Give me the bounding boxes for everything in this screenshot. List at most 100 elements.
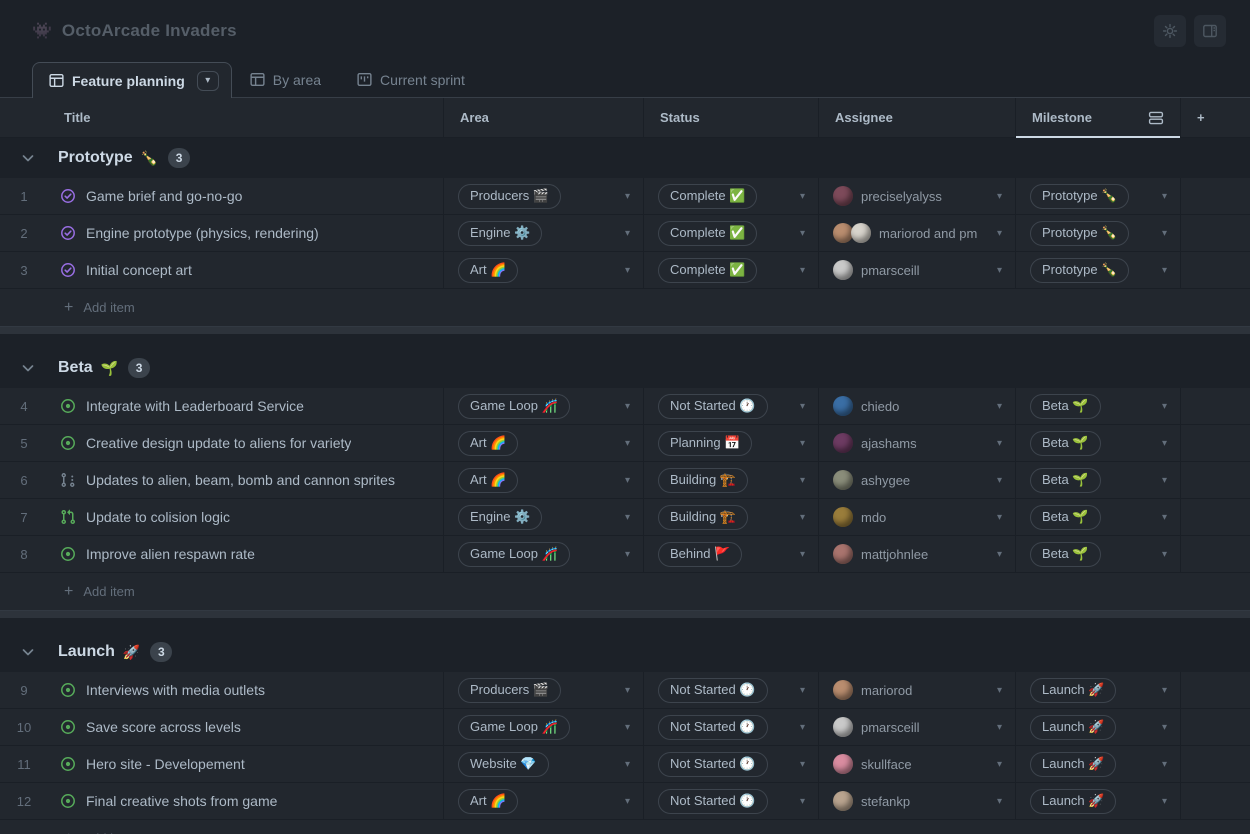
assignee-cell[interactable]: chiedo▾ bbox=[818, 388, 1015, 424]
status-cell[interactable]: Complete ✅▾ bbox=[643, 215, 818, 251]
dropdown-caret-icon[interactable]: ▾ bbox=[1162, 475, 1167, 486]
dropdown-caret-icon[interactable]: ▾ bbox=[625, 438, 630, 449]
dropdown-caret-icon[interactable]: ▾ bbox=[800, 685, 805, 696]
tab-feature-planning[interactable]: Feature planning ▾ bbox=[32, 62, 232, 98]
assignee-cell[interactable]: pmarsceill▾ bbox=[818, 709, 1015, 745]
dropdown-caret-icon[interactable]: ▾ bbox=[625, 228, 630, 239]
milestone-pill[interactable]: Launch 🚀 bbox=[1030, 752, 1116, 777]
table-row[interactable]: 9Interviews with media outletsProducers … bbox=[0, 672, 1250, 709]
item-title[interactable]: Engine prototype (physics, rendering) bbox=[86, 225, 319, 241]
status-cell[interactable]: Not Started 🕐 ▾ bbox=[643, 388, 818, 424]
area-cell[interactable]: Producers 🎬▾ bbox=[443, 178, 643, 214]
collapse-group-button[interactable] bbox=[20, 644, 36, 660]
item-title-cell[interactable]: Improve alien respawn rate bbox=[48, 536, 443, 572]
area-pill[interactable]: Art 🌈 bbox=[458, 789, 518, 814]
area-cell[interactable]: Website 💎▾ bbox=[443, 746, 643, 782]
assignee-cell[interactable]: skullface▾ bbox=[818, 746, 1015, 782]
column-header-title[interactable]: Title bbox=[0, 98, 443, 137]
dropdown-caret-icon[interactable]: ▾ bbox=[1162, 685, 1167, 696]
column-header-status[interactable]: Status bbox=[643, 98, 818, 137]
table-row[interactable]: 5Creative design update to aliens for va… bbox=[0, 425, 1250, 462]
milestone-pill[interactable]: Beta 🌱 bbox=[1030, 542, 1101, 567]
milestone-pill[interactable]: Beta 🌱 bbox=[1030, 468, 1101, 493]
milestone-pill[interactable]: Beta 🌱 bbox=[1030, 394, 1101, 419]
item-title[interactable]: Final creative shots from game bbox=[86, 793, 277, 809]
status-pill[interactable]: Not Started 🕐 bbox=[658, 394, 768, 419]
status-cell[interactable]: Behind 🚩 ▾ bbox=[643, 536, 818, 572]
dropdown-caret-icon[interactable]: ▾ bbox=[997, 549, 1002, 560]
dropdown-caret-icon[interactable]: ▾ bbox=[997, 191, 1002, 202]
dropdown-caret-icon[interactable]: ▾ bbox=[997, 759, 1002, 770]
status-cell[interactable]: Not Started 🕐▾ bbox=[643, 746, 818, 782]
table-row[interactable]: 11Hero site - DevelopementWebsite 💎▾Not … bbox=[0, 746, 1250, 783]
status-cell[interactable]: Planning 📅▾ bbox=[643, 425, 818, 461]
item-title-cell[interactable]: Engine prototype (physics, rendering) bbox=[48, 215, 443, 251]
dropdown-caret-icon[interactable]: ▾ bbox=[1162, 265, 1167, 276]
milestone-pill[interactable]: Prototype 🍾 bbox=[1030, 221, 1129, 246]
area-cell[interactable]: Game Loop 🎢▾ bbox=[443, 536, 643, 572]
area-pill[interactable]: Game Loop 🎢 bbox=[458, 715, 570, 740]
milestone-cell[interactable]: Prototype 🍾▾ bbox=[1015, 178, 1180, 214]
item-title[interactable]: Save score across levels bbox=[86, 719, 241, 735]
dropdown-caret-icon[interactable]: ▾ bbox=[625, 722, 630, 733]
milestone-cell[interactable]: Beta 🌱▾ bbox=[1015, 425, 1180, 461]
add-item-button[interactable]: +Add item bbox=[0, 289, 1250, 326]
item-title[interactable]: Creative design update to aliens for var… bbox=[86, 435, 351, 451]
status-cell[interactable]: Building 🏗️▾ bbox=[643, 462, 818, 498]
side-panel-button[interactable] bbox=[1194, 15, 1226, 47]
area-cell[interactable]: Art 🌈 ▾ bbox=[443, 783, 643, 819]
collapse-group-button[interactable] bbox=[20, 360, 36, 376]
dropdown-caret-icon[interactable]: ▾ bbox=[1162, 438, 1167, 449]
tab-current-sprint[interactable]: Current sprint bbox=[339, 62, 483, 97]
area-cell[interactable]: Art 🌈 ▾ bbox=[443, 425, 643, 461]
item-title[interactable]: Updates to alien, beam, bomb and cannon … bbox=[86, 472, 395, 488]
dropdown-caret-icon[interactable]: ▾ bbox=[800, 796, 805, 807]
dropdown-caret-icon[interactable]: ▾ bbox=[997, 722, 1002, 733]
status-cell[interactable]: Not Started 🕐 ▾ bbox=[643, 672, 818, 708]
settings-button[interactable] bbox=[1154, 15, 1186, 47]
dropdown-caret-icon[interactable]: ▾ bbox=[625, 685, 630, 696]
status-pill[interactable]: Building 🏗️ bbox=[658, 505, 748, 530]
dropdown-caret-icon[interactable]: ▾ bbox=[800, 512, 805, 523]
area-pill[interactable]: Website 💎 bbox=[458, 752, 549, 777]
status-pill[interactable]: Not Started 🕐 bbox=[658, 678, 768, 703]
area-pill[interactable]: Art 🌈 bbox=[458, 431, 518, 456]
item-title-cell[interactable]: Interviews with media outlets bbox=[48, 672, 443, 708]
column-header-milestone[interactable]: Milestone bbox=[1015, 98, 1180, 137]
add-item-button[interactable]: +Add item bbox=[0, 820, 1250, 834]
dropdown-caret-icon[interactable]: ▾ bbox=[1162, 512, 1167, 523]
item-title[interactable]: Hero site - Developement bbox=[86, 756, 245, 772]
milestone-cell[interactable]: Prototype 🍾▾ bbox=[1015, 252, 1180, 288]
area-pill[interactable]: Producers 🎬 bbox=[458, 678, 561, 703]
assignee-cell[interactable]: mattjohnlee▾ bbox=[818, 536, 1015, 572]
dropdown-caret-icon[interactable]: ▾ bbox=[800, 549, 805, 560]
status-pill[interactable]: Not Started 🕐 bbox=[658, 789, 768, 814]
dropdown-caret-icon[interactable]: ▾ bbox=[625, 191, 630, 202]
assignee-cell[interactable]: mariorod and pm▾ bbox=[818, 215, 1015, 251]
milestone-cell[interactable]: Prototype 🍾▾ bbox=[1015, 215, 1180, 251]
item-title[interactable]: Initial concept art bbox=[86, 262, 192, 278]
milestone-cell[interactable]: Launch 🚀▾ bbox=[1015, 709, 1180, 745]
area-cell[interactable]: Engine ⚙️▾ bbox=[443, 499, 643, 535]
status-pill[interactable]: Behind 🚩 bbox=[658, 542, 742, 567]
dropdown-caret-icon[interactable]: ▾ bbox=[625, 401, 630, 412]
assignee-cell[interactable]: ashygee▾ bbox=[818, 462, 1015, 498]
table-row[interactable]: 8Improve alien respawn rateGame Loop 🎢▾B… bbox=[0, 536, 1250, 573]
status-cell[interactable]: Complete ✅▾ bbox=[643, 252, 818, 288]
milestone-pill[interactable]: Launch 🚀 bbox=[1030, 715, 1116, 740]
dropdown-caret-icon[interactable]: ▾ bbox=[800, 228, 805, 239]
item-title-cell[interactable]: Final creative shots from game bbox=[48, 783, 443, 819]
milestone-cell[interactable]: Launch 🚀▾ bbox=[1015, 783, 1180, 819]
dropdown-caret-icon[interactable]: ▾ bbox=[800, 401, 805, 412]
dropdown-caret-icon[interactable]: ▾ bbox=[800, 438, 805, 449]
dropdown-caret-icon[interactable]: ▾ bbox=[800, 191, 805, 202]
status-pill[interactable]: Complete ✅ bbox=[658, 184, 757, 209]
milestone-cell[interactable]: Beta 🌱 ▾ bbox=[1015, 462, 1180, 498]
dropdown-caret-icon[interactable]: ▾ bbox=[997, 475, 1002, 486]
dropdown-caret-icon[interactable]: ▾ bbox=[997, 796, 1002, 807]
dropdown-caret-icon[interactable]: ▾ bbox=[997, 512, 1002, 523]
item-title[interactable]: Improve alien respawn rate bbox=[86, 546, 255, 562]
status-pill[interactable]: Not Started 🕐 bbox=[658, 752, 768, 777]
dropdown-caret-icon[interactable]: ▾ bbox=[625, 796, 630, 807]
table-row[interactable]: 6Updates to alien, beam, bomb and cannon… bbox=[0, 462, 1250, 499]
